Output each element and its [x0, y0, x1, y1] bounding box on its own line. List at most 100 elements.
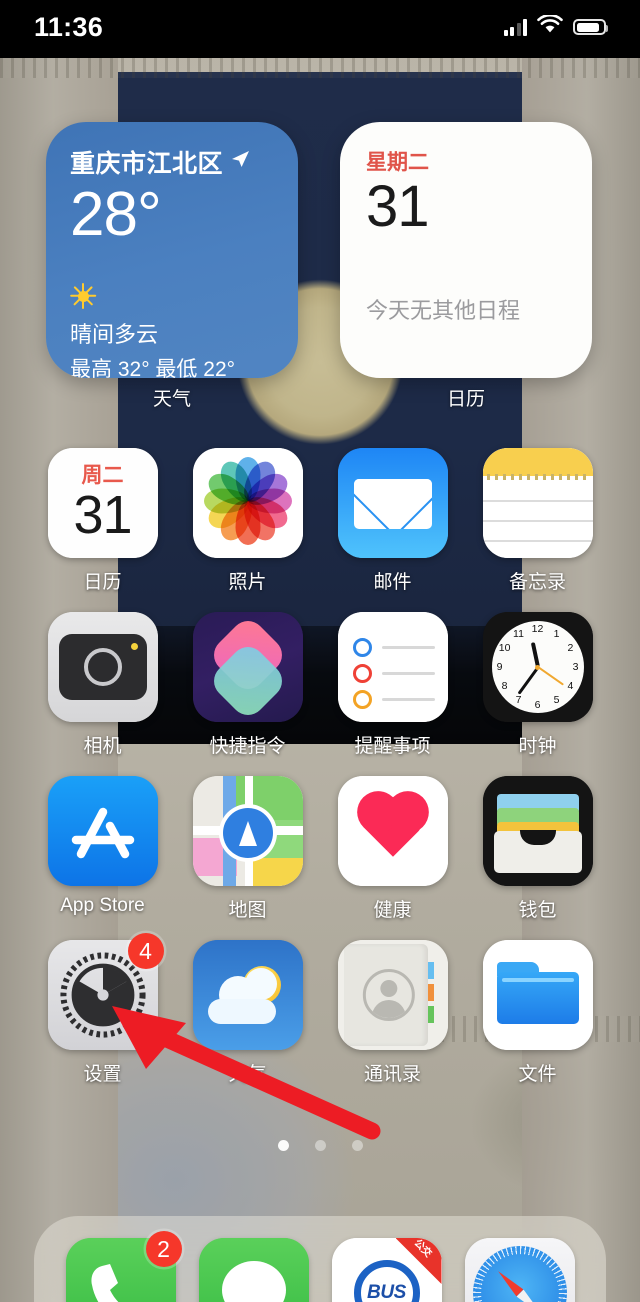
clock-numeral: 5	[553, 693, 560, 706]
widget-row: 重庆市江北区 28° 晴间多云 最高 32° 最低 22° 星期二 31 今天无…	[0, 122, 640, 380]
settings-badge: 4	[127, 933, 164, 969]
app-wallet[interactable]: 钱包	[465, 776, 610, 922]
settings-icon[interactable]: 4	[47, 933, 164, 1050]
widget-labels: 天气 日历	[0, 384, 640, 411]
calendar-widget-weekday: 星期二	[366, 151, 429, 174]
clock-numeral: 1	[553, 628, 560, 641]
app-weather[interactable]: 天气	[175, 940, 320, 1086]
clock-numeral: 8	[501, 680, 508, 692]
app-label: 通讯录	[363, 1064, 421, 1085]
weather-location: 重庆市江北区	[70, 150, 224, 178]
clock-numeral: 11	[513, 628, 524, 641]
calendar-widget[interactable]: 星期二 31 今天无其他日程	[340, 122, 592, 378]
app-label: 健康	[373, 900, 412, 921]
app-notes[interactable]: 备忘录	[465, 448, 610, 594]
reminders-icon[interactable]	[337, 612, 448, 722]
page-dot[interactable]	[314, 1140, 326, 1151]
app-row-4: 4 设置 天气 通讯录 文件	[0, 933, 640, 1086]
notes-icon[interactable]	[482, 448, 593, 558]
clock-numeral: 10	[498, 642, 511, 654]
calendar-icon-weekday: 周二	[81, 463, 124, 487]
app-label: 相机	[83, 736, 122, 757]
calendar-icon[interactable]: 周二 31	[47, 448, 158, 558]
app-contacts[interactable]: 通讯录	[320, 940, 465, 1086]
app-maps[interactable]: 地图	[175, 776, 320, 922]
weather-icon[interactable]	[192, 940, 303, 1050]
calendar-widget-day: 31	[366, 174, 430, 239]
clock-numeral: 9	[496, 661, 503, 673]
dock-app-messages[interactable]	[187, 1238, 320, 1302]
mail-icon[interactable]	[337, 448, 448, 558]
app-row-2: 相机 快捷指令 提醒事项 12 1 2 3 4 5 6 7 8 9 10 11 …	[0, 612, 640, 758]
app-label: 时钟	[518, 736, 557, 757]
phone-icon[interactable]: 2	[65, 1231, 182, 1302]
bus-icon[interactable]: BUS 公交	[331, 1238, 442, 1302]
clock-numeral: 2	[567, 642, 574, 654]
maps-icon[interactable]	[192, 776, 303, 886]
app-label: 提醒事项	[354, 736, 431, 757]
dock-app-phone[interactable]: 2	[54, 1231, 187, 1302]
app-photos[interactable]: 照片	[175, 448, 320, 594]
calendar-widget-label: 日历	[446, 389, 485, 410]
app-row-1: 周二 31 日历 照片 邮件 备忘录	[0, 448, 640, 594]
safari-icon[interactable]	[464, 1238, 575, 1302]
app-label: 文件	[518, 1064, 557, 1085]
app-calendar[interactable]: 周二 31 日历	[30, 448, 175, 594]
status-bar-indicators	[503, 13, 608, 39]
page-dot[interactable]	[351, 1140, 363, 1151]
app-label: App Store	[60, 895, 145, 916]
app-store-icon[interactable]	[47, 776, 158, 886]
cellular-bars-icon	[503, 18, 527, 36]
weather-widget-label: 天气	[152, 389, 191, 410]
files-icon[interactable]	[482, 940, 593, 1050]
phone-badge: 2	[145, 1231, 182, 1267]
app-health[interactable]: 健康	[320, 776, 465, 922]
wifi-icon	[537, 13, 563, 39]
camera-icon[interactable]	[47, 612, 158, 722]
iphone-home-screen: 11:36 重庆市江北区 28° 晴间多云 最高 32° 最低 22° 星期二 …	[0, 0, 640, 1302]
page-indicator[interactable]	[0, 1140, 640, 1151]
location-arrow-icon	[229, 148, 251, 177]
app-camera[interactable]: 相机	[30, 612, 175, 758]
shortcuts-icon[interactable]	[192, 612, 303, 722]
sun-icon	[70, 283, 97, 310]
weather-temperature: 28°	[70, 180, 162, 249]
clock-numeral: 3	[572, 661, 579, 673]
app-label: 设置	[83, 1064, 122, 1085]
app-settings[interactable]: 4 设置	[30, 933, 175, 1086]
messages-icon[interactable]	[198, 1238, 309, 1302]
wallet-icon[interactable]	[482, 776, 593, 886]
app-label: 地图	[228, 900, 267, 921]
page-dot[interactable]	[277, 1140, 289, 1151]
dock-app-bus[interactable]: BUS 公交	[320, 1238, 453, 1302]
health-icon[interactable]	[337, 776, 448, 886]
app-label: 天气	[228, 1064, 267, 1085]
app-label: 日历	[83, 572, 122, 593]
weather-high-low: 最高 32° 最低 22°	[70, 358, 236, 378]
dock: 2 BUS 公交	[34, 1216, 606, 1302]
bus-icon-text: BUS	[367, 1282, 406, 1302]
app-label: 邮件	[373, 572, 412, 593]
app-label: 钱包	[518, 900, 557, 921]
app-files[interactable]: 文件	[465, 940, 610, 1086]
app-clock[interactable]: 12 1 2 3 4 5 6 7 8 9 10 11 时钟	[465, 612, 610, 758]
app-row-3: App Store 地图 健康 钱包	[0, 776, 640, 922]
weather-location-row: 重庆市江北区	[70, 144, 274, 180]
status-bar: 11:36	[0, 0, 640, 58]
weather-condition: 晴间多云	[70, 322, 159, 348]
status-bar-time: 11:36	[34, 11, 104, 42]
battery-icon	[573, 19, 608, 35]
app-mail[interactable]: 邮件	[320, 448, 465, 594]
clock-icon[interactable]: 12 1 2 3 4 5 6 7 8 9 10 11	[482, 612, 593, 722]
app-label: 快捷指令	[209, 736, 286, 757]
wallpaper-box-flap-top	[0, 58, 640, 78]
app-app-store[interactable]: App Store	[30, 776, 175, 922]
weather-widget[interactable]: 重庆市江北区 28° 晴间多云 最高 32° 最低 22°	[46, 122, 298, 378]
contacts-icon[interactable]	[337, 940, 448, 1050]
dock-row: 2 BUS 公交	[34, 1216, 606, 1302]
app-reminders[interactable]: 提醒事项	[320, 612, 465, 758]
dock-app-safari[interactable]	[453, 1238, 586, 1302]
app-shortcuts[interactable]: 快捷指令	[175, 612, 320, 758]
clock-numeral: 6	[534, 699, 541, 711]
photos-icon[interactable]	[192, 448, 303, 558]
